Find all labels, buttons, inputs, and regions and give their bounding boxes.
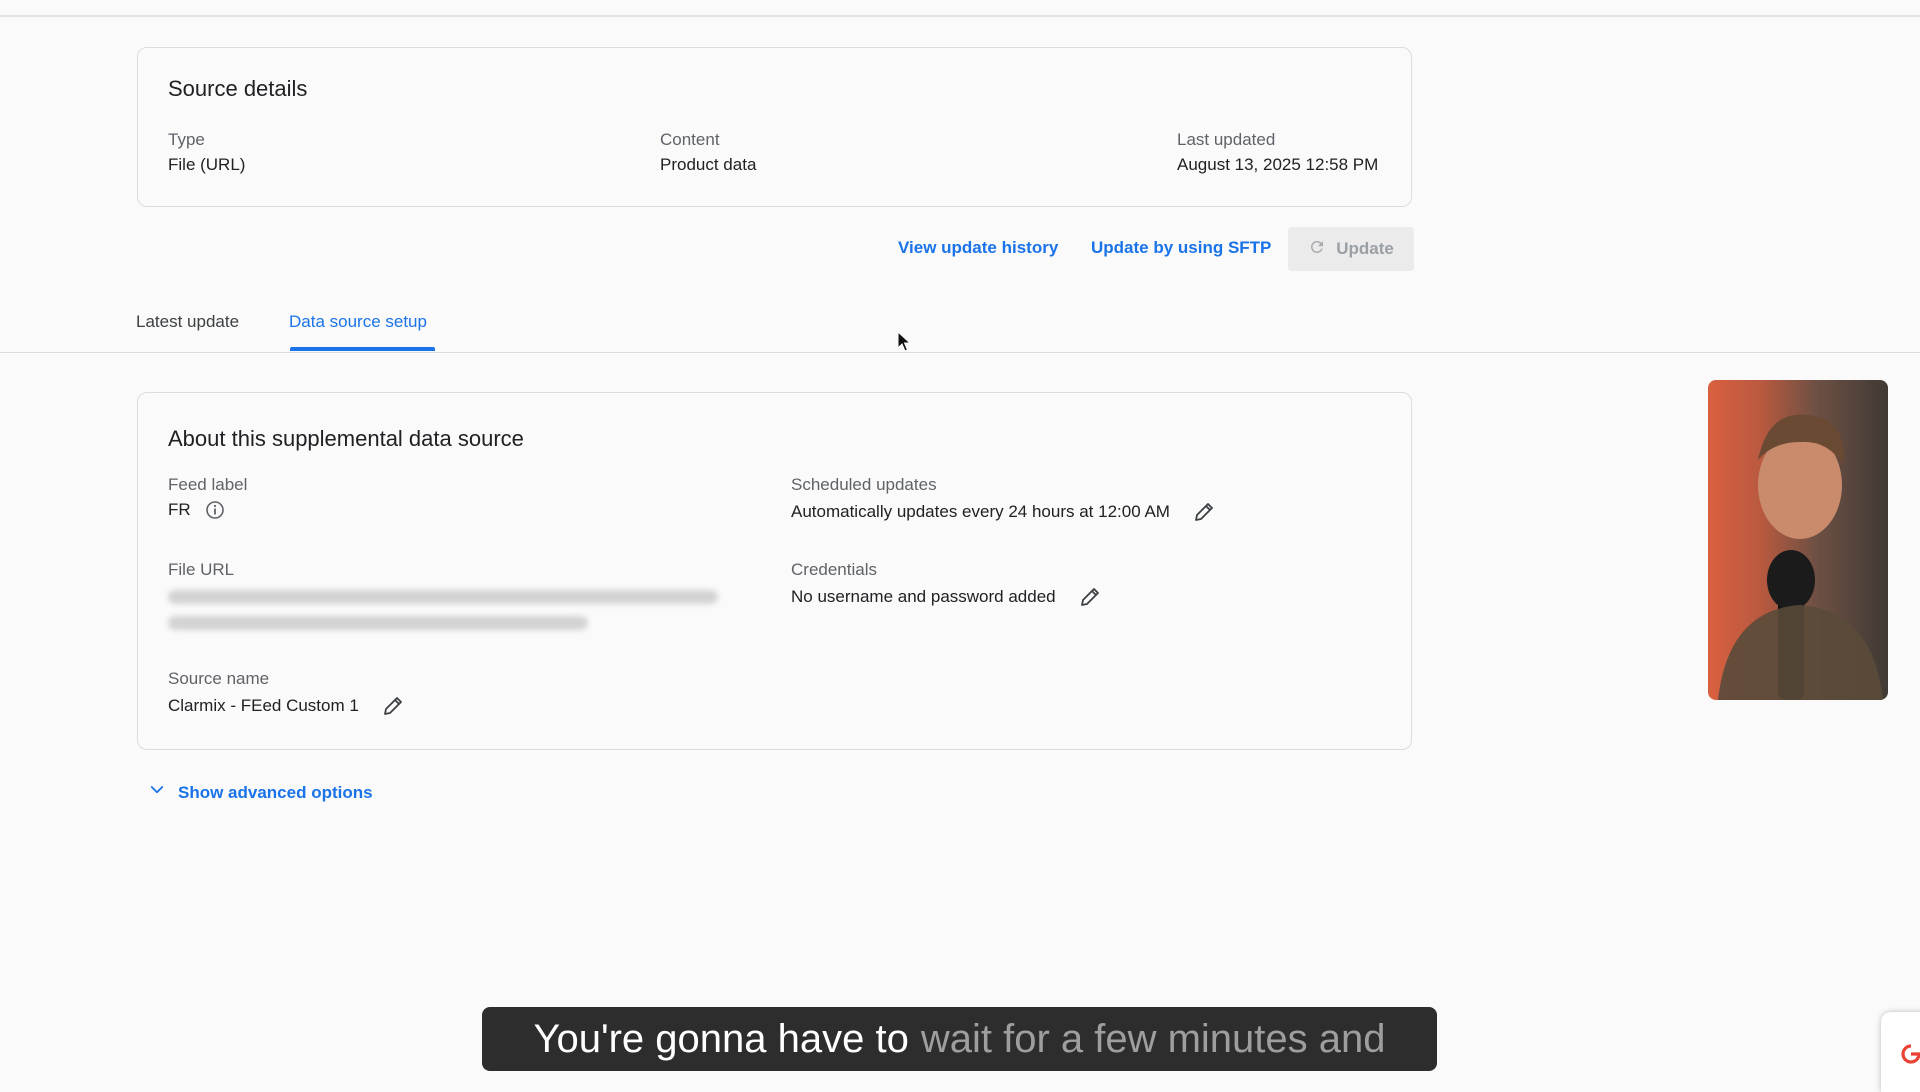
scheduled-updates-label: Scheduled updates — [791, 475, 937, 494]
video-caption: You're gonna have to wait for a few minu… — [482, 1007, 1437, 1071]
credentials-value: No username and password added — [791, 587, 1056, 606]
content-label: Content — [660, 130, 720, 149]
feed-label-field: Feed label FR — [168, 475, 247, 520]
google-corner-widget[interactable] — [1881, 1012, 1920, 1092]
info-icon[interactable] — [205, 500, 225, 520]
scheduled-updates-row: Automatically updates every 24 hours at … — [791, 500, 1216, 524]
pencil-icon[interactable] — [1078, 585, 1102, 609]
chevron-down-icon — [148, 781, 166, 804]
tab-bar: Latest update Data source setup — [0, 300, 1920, 353]
credentials-field: Credentials No username and password add… — [791, 560, 1102, 609]
type-field: Type File (URL) — [168, 130, 245, 175]
view-update-history-link[interactable]: View update history — [898, 238, 1058, 258]
content-value: Product data — [660, 155, 757, 174]
file-url-value-redacted — [168, 590, 718, 630]
about-data-source-card: About this supplemental data source Feed… — [137, 392, 1412, 750]
last-updated-value: August 13, 2025 12:58 PM — [1177, 155, 1379, 174]
feed-label-value: FR — [168, 500, 191, 519]
credentials-label: Credentials — [791, 560, 877, 579]
feed-label-label: Feed label — [168, 475, 248, 494]
presenter-webcam-overlay — [1708, 380, 1888, 700]
scheduled-updates-field: Scheduled updates Automatically updates … — [791, 475, 1216, 524]
update-button-label: Update — [1336, 239, 1394, 258]
update-button[interactable]: Update — [1288, 227, 1414, 271]
source-details-card: Source details Type File (URL) Content P… — [137, 47, 1412, 207]
refresh-icon — [1308, 238, 1326, 261]
source-name-label: Source name — [168, 669, 270, 688]
file-url-label: File URL — [168, 560, 235, 579]
show-advanced-options-label: Show advanced options — [178, 782, 373, 802]
scheduled-updates-value: Automatically updates every 24 hours at … — [791, 502, 1170, 521]
source-name-value: Clarmix - FEed Custom 1 — [168, 696, 359, 715]
caption-pending-text: wait for a few minutes and — [920, 1016, 1386, 1061]
source-name-field: Source name Clarmix - FEed Custom 1 — [168, 669, 405, 718]
feed-label-row: FR — [168, 500, 247, 520]
pencil-icon[interactable] — [381, 694, 405, 718]
type-label: Type — [168, 130, 205, 149]
file-url-field: File URL — [168, 560, 718, 630]
top-divider — [0, 15, 1920, 17]
google-logo-icon — [1901, 1044, 1920, 1064]
last-updated-label: Last updated — [1177, 130, 1276, 149]
content-field: Content Product data — [660, 130, 756, 175]
source-name-row: Clarmix - FEed Custom 1 — [168, 694, 405, 718]
source-details-title: Source details — [168, 76, 308, 101]
caption-spoken-text: You're gonna have to — [533, 1016, 909, 1061]
tab-latest-update[interactable]: Latest update — [136, 312, 239, 332]
pencil-icon[interactable] — [1192, 500, 1216, 524]
show-advanced-options-toggle[interactable]: Show advanced options — [148, 781, 373, 804]
last-updated-field: Last updated August 13, 2025 12:58 PM — [1177, 130, 1378, 175]
credentials-row: No username and password added — [791, 585, 1102, 609]
active-tab-indicator — [290, 347, 435, 351]
about-title: About this supplemental data source — [168, 426, 524, 451]
mouse-cursor-icon — [897, 330, 913, 358]
update-by-sftp-link[interactable]: Update by using SFTP — [1091, 238, 1271, 258]
tab-data-source-setup[interactable]: Data source setup — [289, 312, 427, 332]
type-value: File (URL) — [168, 155, 246, 174]
